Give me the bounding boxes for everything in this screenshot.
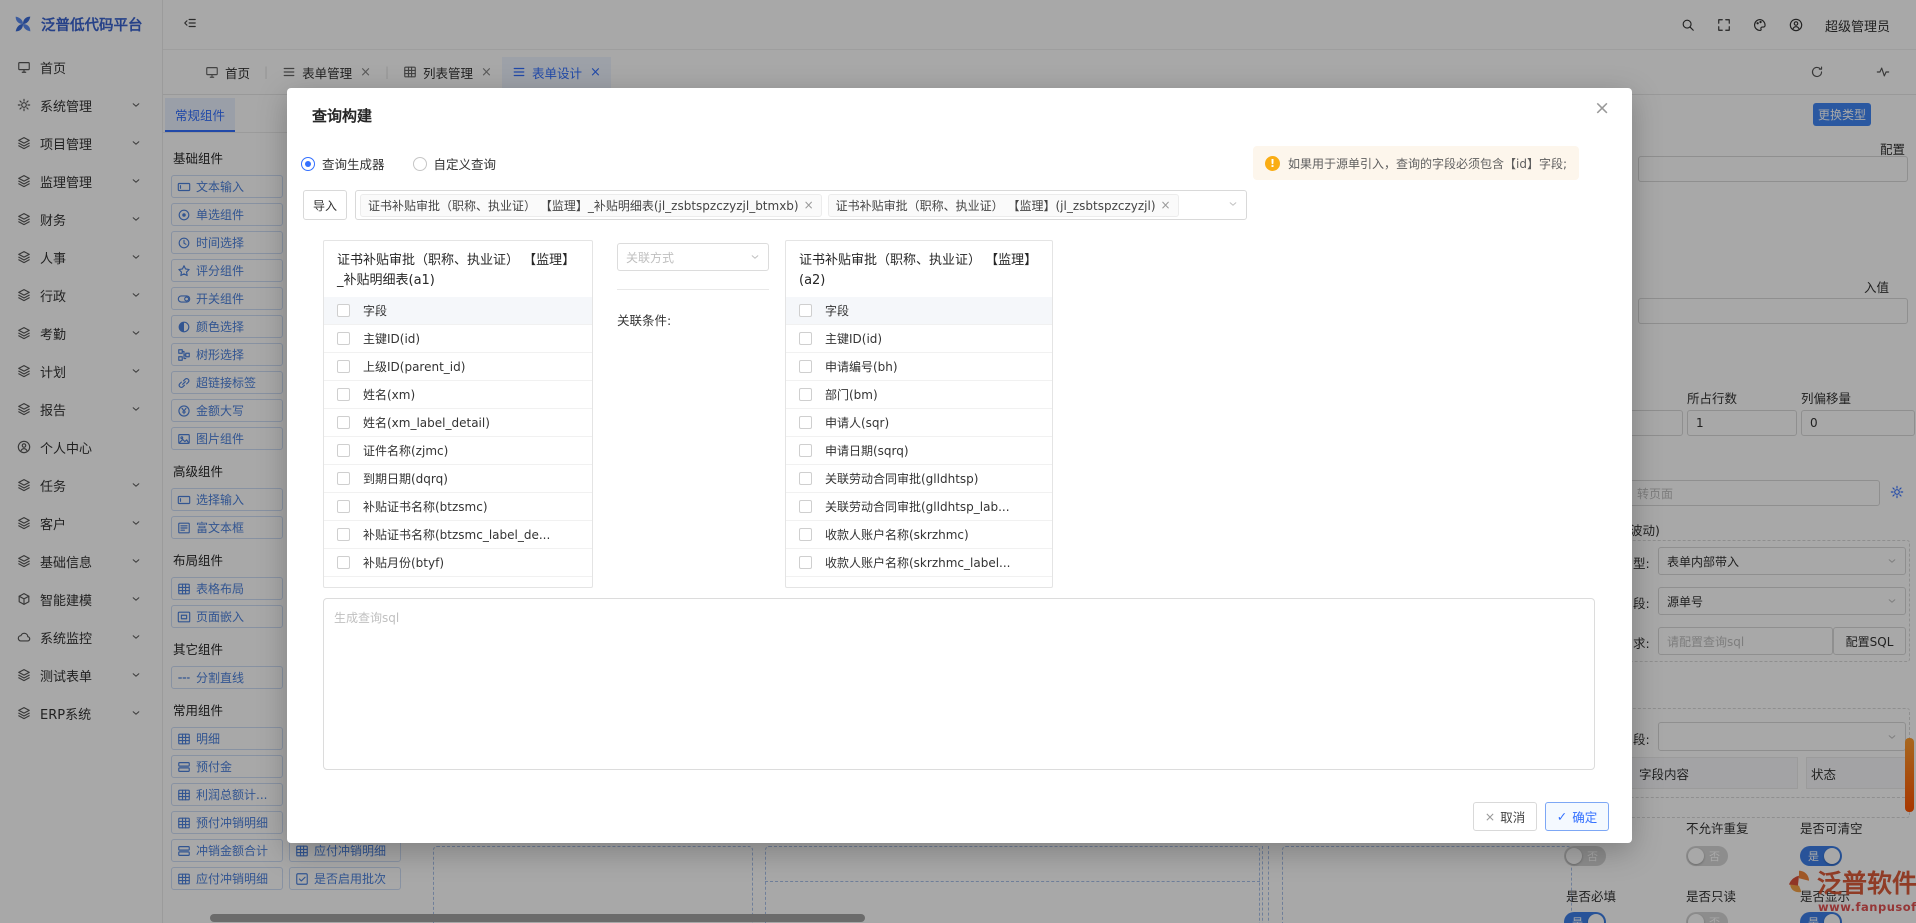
checkbox[interactable] <box>799 556 812 569</box>
app-root: 泛普低代码平台 首页系统管理项目管理监理管理财务人事行政考勤计划报告个人中心任务… <box>0 0 1916 923</box>
field-row[interactable]: 补贴证书名称(btzsmc_label_de... <box>324 521 592 549</box>
radio-option[interactable]: 自定义查询 <box>413 154 497 173</box>
radio-label: 自定义查询 <box>434 154 497 173</box>
field-label: 收款人账户名称(skrzhmc) <box>825 526 969 543</box>
field-row[interactable]: 申请编号(bh) <box>786 353 1052 381</box>
join-type-select[interactable]: 关联方式 <box>617 243 769 271</box>
field-label: 证件名称(zjmc) <box>363 442 448 459</box>
chevron-down-icon <box>750 252 760 262</box>
radio-icon <box>301 157 315 171</box>
checkbox[interactable] <box>337 304 350 317</box>
field-label: 申请编号(bh) <box>825 358 898 375</box>
right-field-table: 证书补贴审批（职称、执业证） 【监理】(a2) 字段主键ID(id) 申请编号(bh… <box>785 240 1053 588</box>
query-mode-radio-group: 查询生成器 自定义查询 <box>301 154 496 173</box>
source-table-multiselect[interactable]: 证书补贴审批（职称、执业证） 【监理】_补贴明细表(jl_zsbtspzczyz… <box>355 190 1247 220</box>
cancel-button[interactable]: ×取消 <box>1473 802 1537 831</box>
field-row[interactable]: 证件名称(zjmc) <box>324 437 592 465</box>
checkbox[interactable] <box>337 556 350 569</box>
remove-tag-icon[interactable]: × <box>804 198 814 212</box>
chevron-down-icon[interactable] <box>1228 199 1238 209</box>
field-label: 字段 <box>363 302 387 319</box>
field-label: 补贴月份(btyf) <box>363 554 444 571</box>
field-label: 关联劳动合同审批(glldhtsp_lab... <box>825 498 1010 515</box>
source-tag: 证书补贴审批（职称、执业证） 【监理】(jl_zsbtspzczyzjl) × <box>828 194 1179 217</box>
field-row[interactable]: 关联劳动合同审批(glldhtsp_lab... <box>786 493 1052 521</box>
query-builder-modal: 查询构建 × 查询生成器 自定义查询 ! 如果用于源单引入，查询的字段必须包含【i… <box>287 88 1632 843</box>
checkbox[interactable] <box>799 500 812 513</box>
close-icon[interactable]: × <box>1594 99 1610 118</box>
field-row[interactable]: 字段 <box>786 297 1052 325</box>
modal-title: 查询构建 <box>312 105 372 126</box>
field-label: 姓名(xm_label_detail) <box>363 414 490 431</box>
field-row[interactable]: 关联劳动合同审批(glldhtsp) <box>786 465 1052 493</box>
source-tag-label: 证书补贴审批（职称、执业证） 【监理】_补贴明细表(jl_zsbtspzczyz… <box>368 197 799 214</box>
field-row[interactable]: 补贴月份(btyf) <box>324 549 592 577</box>
field-row[interactable]: 上级ID(parent_id) <box>324 353 592 381</box>
panel-title: 证书补贴审批（职称、执业证） 【监理】(a2) <box>786 241 1052 297</box>
field-row[interactable]: 收款人账户名称(skrzhmc) <box>786 521 1052 549</box>
field-row[interactable]: 申请日期(sqrq) <box>786 437 1052 465</box>
radio-icon <box>413 157 427 171</box>
divider <box>617 289 769 290</box>
panel-title: 证书补贴审批（职称、执业证） 【监理】_补贴明细表(a1) <box>324 241 592 297</box>
field-label: 姓名(xm) <box>363 386 415 403</box>
field-label: 申请人(sqr) <box>825 414 889 431</box>
join-condition-label: 关联条件: <box>617 310 671 329</box>
field-label: 主键ID(id) <box>363 330 420 347</box>
left-field-table: 证书补贴审批（职称、执业证） 【监理】_补贴明细表(a1) 字段主键ID(id) 上… <box>323 240 593 588</box>
field-label: 上级ID(parent_id) <box>363 358 465 375</box>
checkbox[interactable] <box>337 472 350 485</box>
warning-banner: ! 如果用于源单引入，查询的字段必须包含【id】字段; <box>1253 146 1579 180</box>
field-label: 到期日期(dqrq) <box>363 470 448 487</box>
remove-tag-icon[interactable]: × <box>1161 198 1171 212</box>
radio-label: 查询生成器 <box>322 154 385 173</box>
field-label: 补贴证书名称(btzsmc_label_de... <box>363 526 550 543</box>
checkbox[interactable] <box>799 444 812 457</box>
field-label: 补贴证书名称(btzsmc) <box>363 498 488 515</box>
field-label: 申请日期(sqrq) <box>825 442 909 459</box>
field-label: 主键ID(id) <box>825 330 882 347</box>
checkbox[interactable] <box>799 304 812 317</box>
cancel-label: 取消 <box>1500 807 1525 826</box>
import-button[interactable]: 导入 <box>303 190 347 220</box>
generated-sql-textarea[interactable] <box>323 598 1595 770</box>
checkbox[interactable] <box>337 444 350 457</box>
checkbox[interactable] <box>337 528 350 541</box>
field-row[interactable]: 姓名(xm) <box>324 381 592 409</box>
warning-icon: ! <box>1265 156 1280 171</box>
checkbox[interactable] <box>799 528 812 541</box>
source-tag-label: 证书补贴审批（职称、执业证） 【监理】(jl_zsbtspzczyzjl) <box>836 197 1156 214</box>
source-tag: 证书补贴审批（职称、执业证） 【监理】_补贴明细表(jl_zsbtspzczyz… <box>360 194 822 217</box>
warning-text: 如果用于源单引入，查询的字段必须包含【id】字段; <box>1288 155 1567 172</box>
checkbox[interactable] <box>337 388 350 401</box>
field-label: 关联劳动合同审批(glldhtsp) <box>825 470 978 487</box>
checkbox[interactable] <box>337 332 350 345</box>
field-row[interactable]: 主键ID(id) <box>324 325 592 353</box>
field-row[interactable]: 主键ID(id) <box>786 325 1052 353</box>
checkbox[interactable] <box>337 360 350 373</box>
confirm-button[interactable]: ✓确定 <box>1545 802 1609 831</box>
checkbox[interactable] <box>799 388 812 401</box>
import-row: 导入 证书补贴审批（职称、执业证） 【监理】_补贴明细表(jl_zsbtspzc… <box>303 190 1247 220</box>
checkbox[interactable] <box>799 472 812 485</box>
field-row[interactable]: 字段 <box>324 297 592 325</box>
checkbox[interactable] <box>799 332 812 345</box>
checkbox[interactable] <box>799 416 812 429</box>
radio-option[interactable]: 查询生成器 <box>301 154 385 173</box>
field-row[interactable]: 补贴证书名称(btzsmc) <box>324 493 592 521</box>
field-label: 收款人账户名称(skrzhmc_label... <box>825 554 1010 571</box>
field-row[interactable]: 申请人(sqr) <box>786 409 1052 437</box>
field-label: 部门(bm) <box>825 386 878 403</box>
field-row[interactable]: 姓名(xm_label_detail) <box>324 409 592 437</box>
join-type-placeholder: 关联方式 <box>626 249 674 266</box>
checkbox[interactable] <box>337 416 350 429</box>
field-row[interactable]: 部门(bm) <box>786 381 1052 409</box>
field-row[interactable]: 收款人账户名称(skrzhmc_label... <box>786 549 1052 577</box>
checkbox[interactable] <box>337 500 350 513</box>
field-row[interactable]: 到期日期(dqrq) <box>324 465 592 493</box>
field-label: 字段 <box>825 302 849 319</box>
confirm-label: 确定 <box>1572 807 1597 826</box>
checkbox[interactable] <box>799 360 812 373</box>
